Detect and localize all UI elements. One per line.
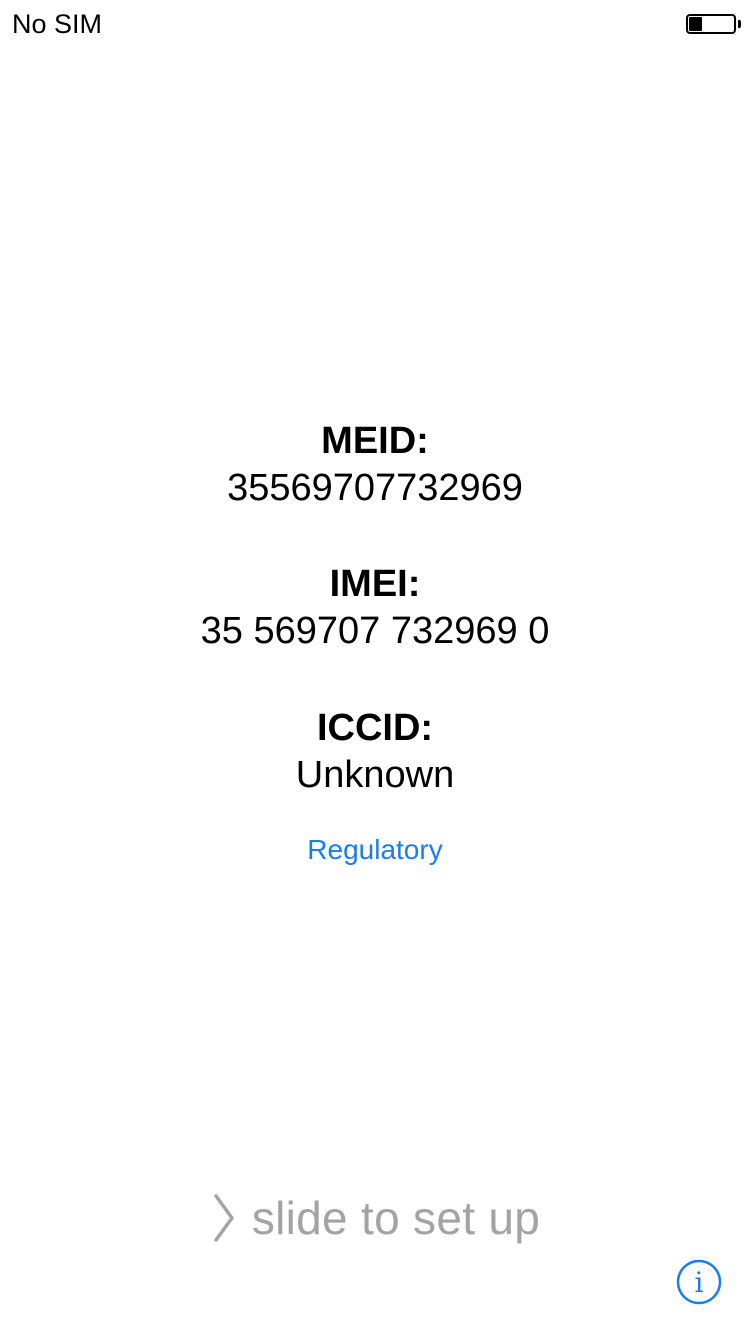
imei-section: IMEI: 35 569707 732969 0 (0, 561, 750, 655)
meid-section: MEID: 35569707732969 (0, 418, 750, 512)
svg-text:i: i (695, 1266, 704, 1299)
battery-fill (689, 17, 702, 31)
info-icon[interactable]: i (676, 1259, 722, 1305)
imei-label: IMEI: (329, 563, 421, 605)
iccid-value: Unknown (295, 754, 455, 796)
regulatory-link[interactable]: Regulatory (0, 832, 750, 868)
chevron-right-icon (214, 1194, 234, 1242)
carrier-label: No SIM (12, 9, 103, 39)
status-bar: No SIM (0, 0, 750, 50)
meid-label: MEID: (321, 420, 429, 462)
imei-value: 35 569707 732969 0 (200, 610, 550, 652)
slide-text: slide to set up (251, 1192, 541, 1244)
iccid-label: ICCID: (316, 707, 434, 749)
meid-value: 35569707732969 (227, 467, 523, 509)
battery-icon (686, 14, 741, 34)
iccid-section: ICCID: Unknown (0, 705, 750, 799)
slide-to-set-up[interactable]: slide to set up (0, 1188, 750, 1250)
